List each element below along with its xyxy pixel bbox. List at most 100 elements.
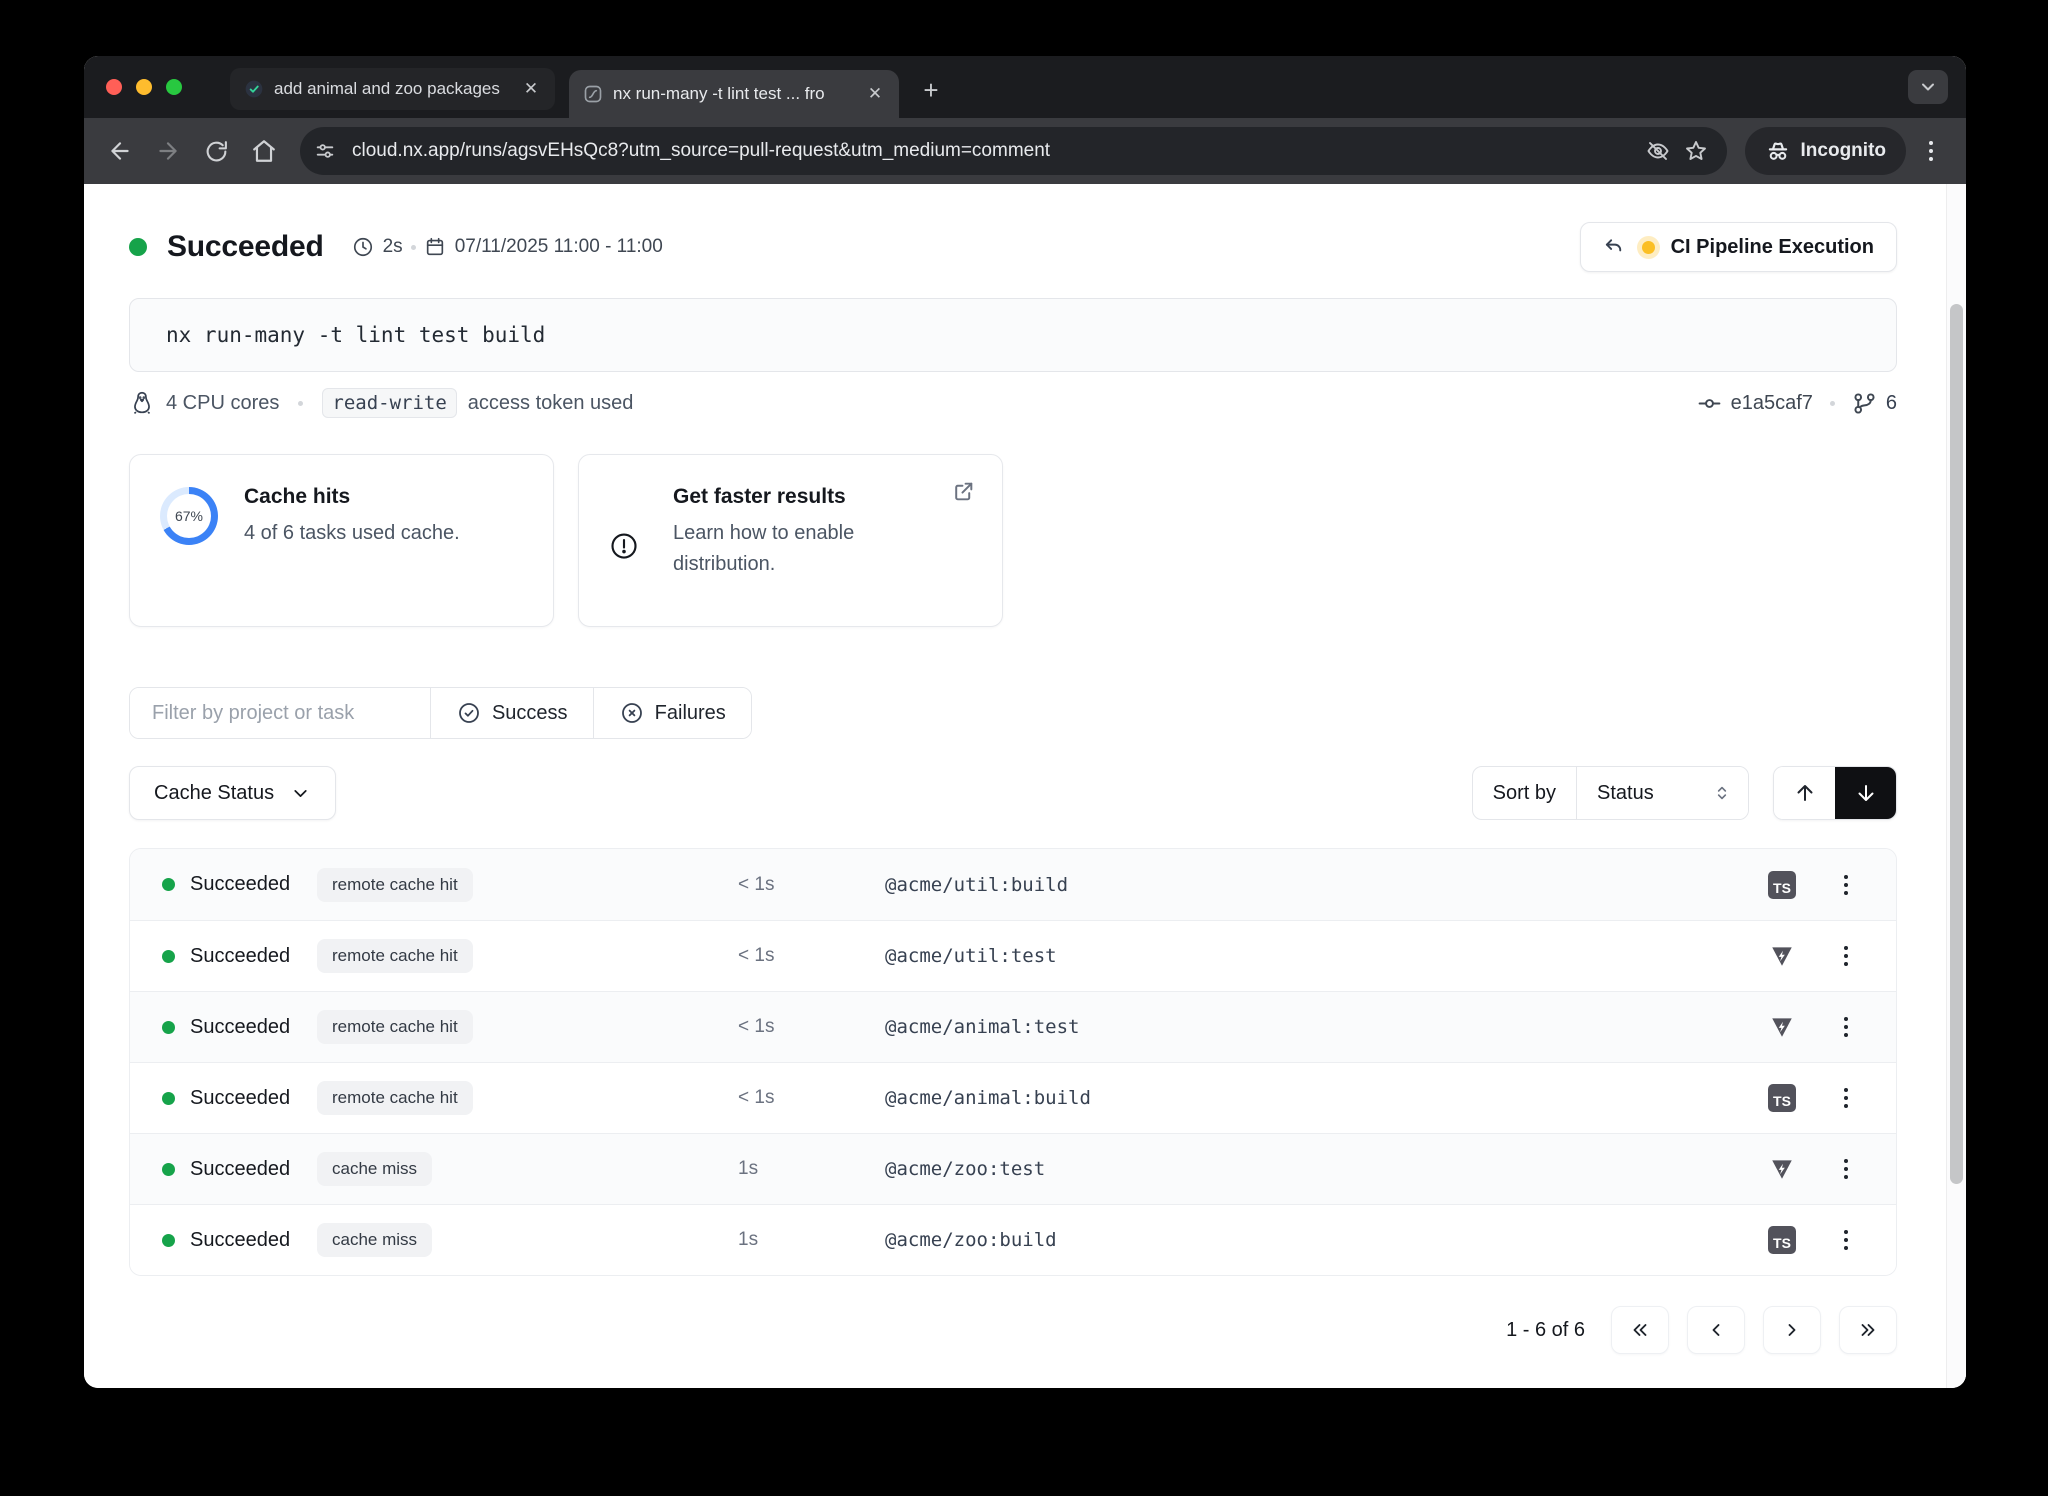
tracking-protection-button[interactable]	[1639, 132, 1677, 170]
browser-menu-button[interactable]	[1910, 130, 1952, 172]
new-tab-button[interactable]: +	[911, 70, 951, 110]
external-link-button[interactable]	[951, 479, 976, 504]
tab-close-icon[interactable]: ✕	[863, 82, 887, 106]
table-row[interactable]: Succeeded cache miss 1s @acme/zoo:build …	[130, 1204, 1896, 1275]
page-scrollbar[interactable]	[1946, 184, 1966, 1388]
site-info-button[interactable]	[306, 132, 344, 170]
window-controls	[106, 79, 182, 95]
status-dot	[162, 1234, 175, 1247]
reload-icon	[204, 139, 229, 164]
row-task-name: @acme/zoo:test	[885, 1158, 1752, 1180]
row-duration: 1s	[738, 1229, 885, 1251]
cache-status-badge: remote cache hit	[317, 1081, 473, 1115]
row-menu-button[interactable]	[1828, 1009, 1864, 1045]
pipeline-status-dot	[1642, 241, 1655, 254]
row-status-label: Succeeded	[190, 1016, 290, 1039]
sort-field-value: Status	[1597, 782, 1654, 805]
commit-sha[interactable]: e1a5caf7	[1731, 392, 1813, 415]
tab-nx-run[interactable]: nx run-many -t lint test ... fro ✕	[569, 70, 899, 118]
run-status-dot	[129, 238, 147, 256]
linux-penguin-icon	[129, 390, 155, 416]
tab-pull-request[interactable]: add animal and zoo packages ✕	[230, 68, 555, 110]
run-header: Succeeded 2s 07/11/2025 11:00 - 11:00 CI…	[129, 222, 1897, 272]
cache-donut-chart: 67%	[160, 487, 218, 545]
star-icon	[1684, 139, 1708, 163]
address-bar[interactable]: cloud.nx.app/runs/agsvEHsQc8?utm_source=…	[300, 127, 1727, 175]
run-duration-value: 2s	[383, 236, 403, 258]
calendar-icon	[424, 236, 446, 258]
site-settings-icon	[314, 140, 336, 162]
kebab-icon	[1844, 1167, 1848, 1171]
table-row[interactable]: Succeeded remote cache hit < 1s @acme/ut…	[130, 920, 1896, 991]
filter-bar: Success Failures	[129, 687, 752, 739]
clock-icon	[352, 236, 374, 258]
tab-strip: add animal and zoo packages ✕ nx run-man…	[84, 56, 1966, 118]
status-dot	[162, 950, 175, 963]
tab-title: add animal and zoo packages	[274, 79, 509, 99]
sort-field-select[interactable]: Status	[1576, 767, 1748, 819]
distribution-card-description: Learn how to enable distribution.	[673, 518, 923, 580]
chevron-right-icon	[1780, 1318, 1804, 1342]
filter-success-button[interactable]: Success	[430, 688, 593, 738]
command-text: nx run-many -t lint test build	[166, 323, 545, 347]
x-circle-icon	[620, 701, 644, 725]
distribution-card[interactable]: Get faster results Learn how to enable d…	[578, 454, 1003, 627]
incognito-label: Incognito	[1801, 140, 1886, 162]
separator-dot	[1830, 401, 1835, 406]
row-menu-button[interactable]	[1828, 1080, 1864, 1116]
maximize-window-button[interactable]	[166, 79, 182, 95]
github-check-favicon-icon	[244, 79, 264, 99]
task-count: 6	[1886, 392, 1897, 415]
table-row[interactable]: Succeeded cache miss 1s @acme/zoo:test T…	[130, 1133, 1896, 1204]
reload-button[interactable]	[194, 129, 238, 173]
chevron-down-icon	[1918, 77, 1938, 97]
table-controls: Cache Status Sort by Status	[129, 766, 1897, 820]
filter-failures-button[interactable]: Failures	[593, 688, 751, 738]
row-menu-button[interactable]	[1828, 867, 1864, 903]
minimize-window-button[interactable]	[136, 79, 152, 95]
home-button[interactable]	[242, 129, 286, 173]
cache-status-dropdown[interactable]: Cache Status	[129, 766, 336, 820]
vitest-icon	[1769, 1014, 1795, 1040]
row-menu-button[interactable]	[1828, 938, 1864, 974]
cache-status-label: Cache Status	[154, 782, 274, 805]
pipeline-button-label: CI Pipeline Execution	[1671, 236, 1874, 259]
row-menu-button[interactable]	[1828, 1151, 1864, 1187]
filter-input[interactable]	[130, 688, 430, 738]
table-row[interactable]: Succeeded remote cache hit < 1s @acme/ut…	[130, 849, 1896, 920]
status-dot	[162, 1092, 175, 1105]
table-row[interactable]: Succeeded remote cache hit < 1s @acme/an…	[130, 1062, 1896, 1133]
cpu-cores-label: 4 CPU cores	[166, 392, 279, 415]
sort-descending-button[interactable]	[1835, 767, 1896, 819]
pagination-range-label: 1 - 6 of 6	[1506, 1319, 1585, 1342]
bookmark-button[interactable]	[1677, 132, 1715, 170]
tab-close-icon[interactable]: ✕	[519, 77, 543, 101]
filter-success-label: Success	[492, 702, 568, 725]
forward-button[interactable]	[146, 129, 190, 173]
back-button[interactable]	[98, 129, 142, 173]
select-chevrons-icon	[1712, 783, 1732, 803]
row-status-label: Succeeded	[190, 1087, 290, 1110]
command-box: nx run-many -t lint test build	[129, 298, 1897, 372]
row-task-name: @acme/animal:build	[885, 1087, 1752, 1109]
first-page-button[interactable]	[1611, 1306, 1669, 1354]
cache-status-badge: cache miss	[317, 1223, 432, 1257]
browser-window: add animal and zoo packages ✕ nx run-man…	[84, 56, 1966, 1388]
cache-hits-card[interactable]: 67% Cache hits 4 of 6 tasks used cache.	[129, 454, 554, 627]
sort-ascending-button[interactable]	[1774, 767, 1835, 819]
alert-circle-icon	[609, 531, 639, 561]
last-page-button[interactable]	[1839, 1306, 1897, 1354]
row-duration: 1s	[738, 1158, 885, 1180]
row-menu-button[interactable]	[1828, 1222, 1864, 1258]
summary-cards: 67% Cache hits 4 of 6 tasks used cache.	[129, 454, 1897, 627]
previous-page-button[interactable]	[1687, 1306, 1745, 1354]
scrollbar-thumb[interactable]	[1950, 304, 1963, 1184]
close-window-button[interactable]	[106, 79, 122, 95]
tab-search-button[interactable]	[1908, 70, 1948, 104]
url-text: cloud.nx.app/runs/agsvEHsQc8?utm_source=…	[352, 140, 1639, 162]
row-duration: < 1s	[738, 1087, 885, 1109]
ci-pipeline-execution-button[interactable]: CI Pipeline Execution	[1580, 222, 1897, 272]
next-page-button[interactable]	[1763, 1306, 1821, 1354]
table-row[interactable]: Succeeded remote cache hit < 1s @acme/an…	[130, 991, 1896, 1062]
filter-failures-label: Failures	[655, 702, 726, 725]
